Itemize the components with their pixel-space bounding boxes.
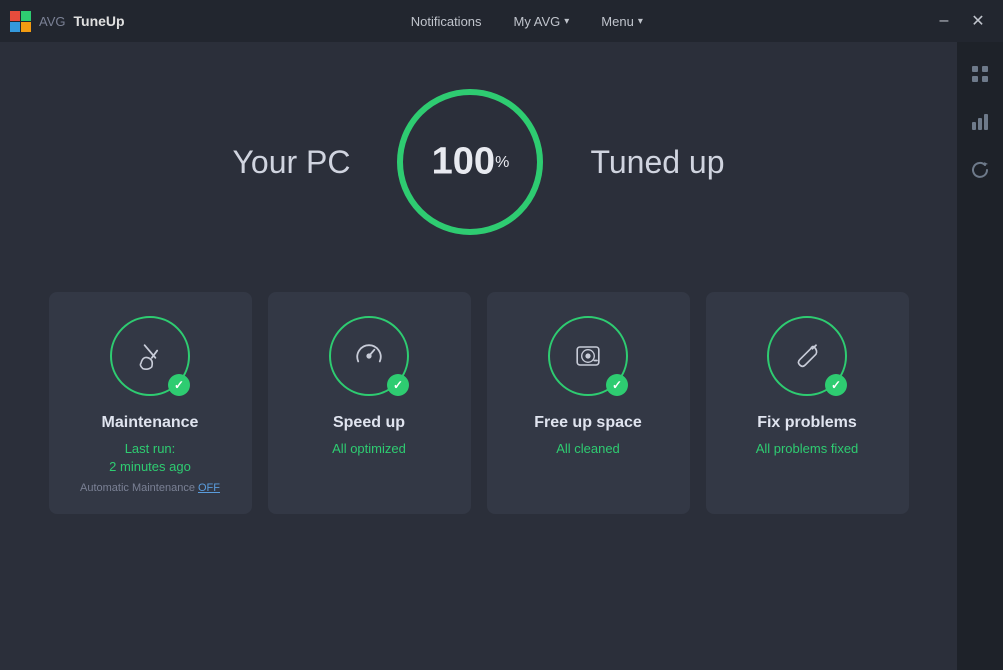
- minimize-button[interactable]: –: [929, 6, 959, 36]
- right-sidebar: [957, 42, 1003, 670]
- free-up-space-card[interactable]: ✓ Free up space All cleaned: [487, 292, 690, 514]
- notifications-nav[interactable]: Notifications: [405, 10, 488, 33]
- maintenance-subtitle: Automatic Maintenance OFF: [80, 482, 220, 494]
- bar-chart-button[interactable]: [962, 104, 998, 140]
- maintenance-card[interactable]: ✓ Maintenance Last run: 2 minutes ago Au…: [49, 292, 252, 514]
- speed-up-card[interactable]: ✓ Speed up All optimized: [268, 292, 471, 514]
- app-logo: [10, 11, 31, 32]
- content-area: Your PC 100% Tuned up: [0, 42, 957, 670]
- titlebar-controls: – ✕: [929, 6, 993, 36]
- speed-up-icon-wrap: ✓: [329, 316, 409, 396]
- grid-view-button[interactable]: [962, 56, 998, 92]
- main: Your PC 100% Tuned up: [0, 42, 1003, 670]
- speed-up-check-icon: ✓: [387, 374, 409, 396]
- fix-problems-icon-wrap: ✓: [767, 316, 847, 396]
- maintenance-status: Last run: 2 minutes ago: [109, 440, 191, 476]
- free-up-space-title: Free up space: [534, 414, 642, 432]
- maintenance-icon-wrap: ✓: [110, 316, 190, 396]
- titlebar-nav: Notifications My AVG ▾ Menu ▾: [405, 10, 649, 33]
- grid-icon: [971, 65, 989, 83]
- my-avg-chevron-icon: ▾: [564, 16, 569, 27]
- cards-section: ✓ Maintenance Last run: 2 minutes ago Au…: [49, 292, 909, 514]
- speed-up-status: All optimized: [332, 440, 406, 458]
- speed-up-title: Speed up: [333, 414, 405, 432]
- fix-problems-check-icon: ✓: [825, 374, 847, 396]
- app-title: TuneUp: [74, 13, 125, 29]
- maintenance-title: Maintenance: [102, 414, 199, 432]
- speedometer-icon: [351, 338, 387, 374]
- score-circle: 100%: [390, 82, 550, 242]
- score-label-left: Your PC: [232, 144, 350, 181]
- fix-problems-status: All problems fixed: [756, 440, 859, 458]
- score-section: Your PC 100% Tuned up: [232, 82, 724, 242]
- score-percent: %: [495, 154, 509, 171]
- circle-text: 100%: [432, 141, 510, 184]
- broom-icon: [132, 338, 168, 374]
- titlebar: AVG TuneUp Notifications My AVG ▾ Menu ▾…: [0, 0, 1003, 42]
- score-label-right: Tuned up: [590, 144, 724, 181]
- menu-chevron-icon: ▾: [638, 16, 643, 27]
- notifications-label: Notifications: [411, 14, 482, 29]
- close-button[interactable]: ✕: [963, 6, 993, 36]
- menu-nav[interactable]: Menu ▾: [595, 10, 649, 33]
- free-up-space-check-icon: ✓: [606, 374, 628, 396]
- bar-chart-icon: [971, 113, 989, 131]
- my-avg-label: My AVG: [514, 14, 561, 29]
- score-number: 100: [432, 141, 495, 183]
- app-brand: AVG: [39, 14, 66, 29]
- free-up-space-status: All cleaned: [556, 440, 620, 458]
- fix-problems-card[interactable]: ✓ Fix problems All problems fixed: [706, 292, 909, 514]
- maintenance-check-icon: ✓: [168, 374, 190, 396]
- free-up-space-icon-wrap: ✓: [548, 316, 628, 396]
- hard-drive-icon: [570, 338, 606, 374]
- wrench-icon: [789, 338, 825, 374]
- refresh-icon: [971, 161, 989, 179]
- titlebar-left: AVG TuneUp: [10, 11, 125, 32]
- refresh-button[interactable]: [962, 152, 998, 188]
- menu-label: Menu: [601, 14, 634, 29]
- automatic-maintenance-toggle[interactable]: OFF: [198, 482, 220, 494]
- fix-problems-title: Fix problems: [757, 414, 857, 432]
- my-avg-nav[interactable]: My AVG ▾: [508, 10, 576, 33]
